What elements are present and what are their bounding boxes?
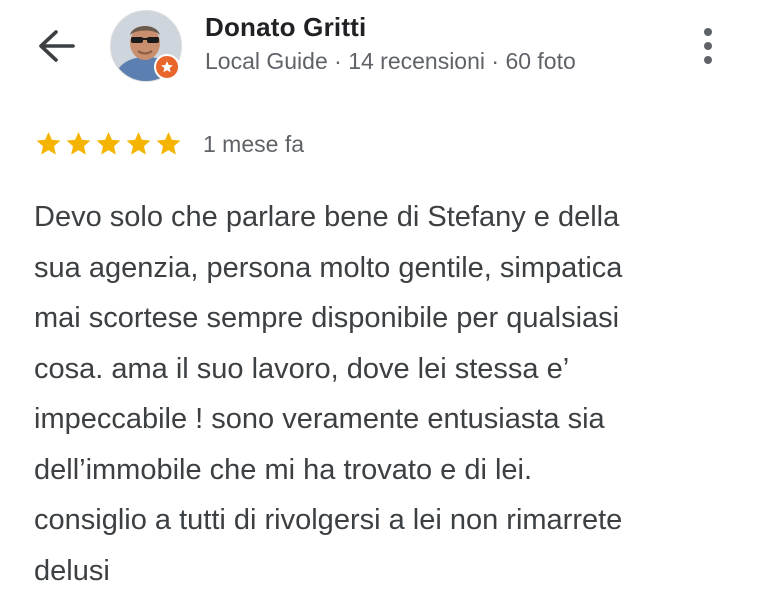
review-text-line: Devo solo che parlare bene di Stefany e … [34, 201, 620, 233]
star-icon [156, 132, 181, 155]
review-text-line: delusi [34, 554, 110, 587]
star-rating [34, 130, 183, 158]
more-options-button[interactable] [690, 22, 726, 70]
review-text-line: cosa. ama il suo lavoro, dove lei stessa… [34, 352, 570, 385]
local-guide-badge [154, 54, 180, 80]
star-icon [66, 132, 91, 155]
arrow-back-icon [39, 30, 75, 62]
rating-row: 1 mese fa [34, 130, 304, 158]
more-vertical-icon [704, 28, 712, 36]
star-icon [96, 132, 121, 155]
review-text: Devo solo che parlare bene di Stefany e … [34, 192, 754, 596]
review-text-line: sua agenzia, persona molto gentile, simp… [34, 251, 623, 284]
review-text-line: consiglio a tutti di rivolgersi a lei no… [34, 504, 623, 536]
star-icon [36, 132, 61, 155]
star-badge-icon [161, 61, 173, 73]
back-button[interactable] [34, 26, 78, 66]
review-time: 1 mese fa [203, 130, 304, 157]
reviewer-name[interactable]: Donato Gritti [205, 12, 366, 43]
avatar[interactable] [110, 10, 182, 82]
review-text-line: mai scortese sempre disponibile per qual… [34, 302, 620, 334]
review-text-line: impeccabile ! sono veramente entusiasta … [34, 403, 605, 435]
review-text-line: dell’immobile che mi ha trovato e di lei… [34, 453, 533, 486]
star-icon [126, 132, 151, 155]
reviewer-meta: Local Guide · 14 recensioni · 60 foto [205, 48, 576, 74]
